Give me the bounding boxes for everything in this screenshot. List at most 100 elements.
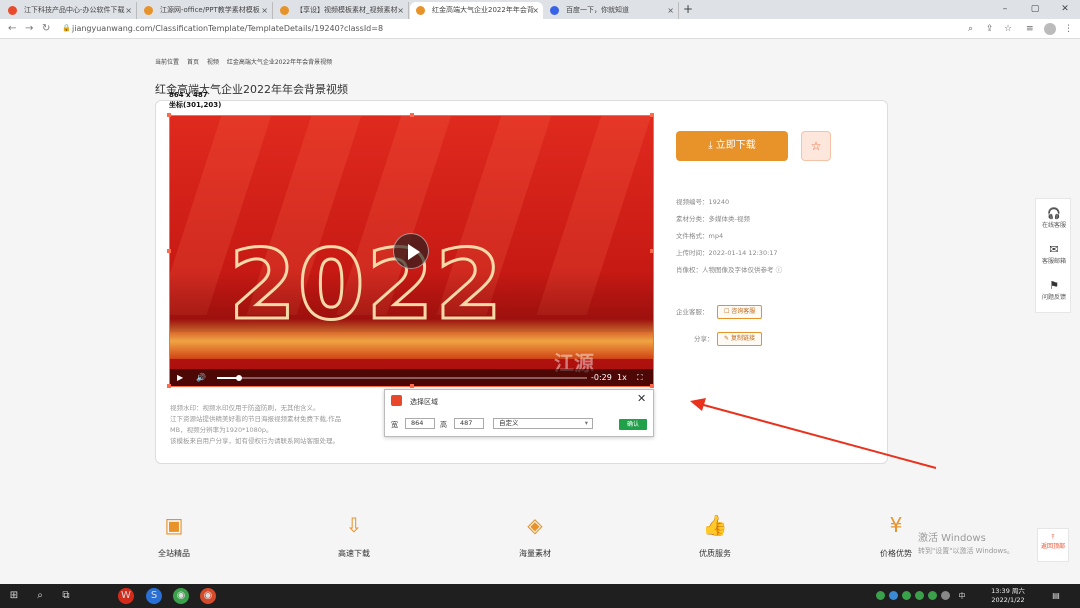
tab-0[interactable]: 江下科技产品中心-办公软件下载 × xyxy=(2,2,137,19)
selection-size: 864 x 487 xyxy=(169,91,208,99)
maximize-button[interactable]: ▢ xyxy=(1020,0,1050,19)
resize-handle[interactable] xyxy=(410,113,414,117)
feature-label: 全站精品 xyxy=(158,549,190,558)
back-icon[interactable]: ← xyxy=(8,22,16,36)
preset-select[interactable]: 自定义 ▾ xyxy=(493,418,593,429)
width-label: 宽 xyxy=(391,421,398,429)
favicon-icon xyxy=(416,6,425,15)
back-to-top-button[interactable]: ⤒ 返回顶部 xyxy=(1037,528,1069,562)
online-service-button[interactable]: 🎧 在线客服 xyxy=(1036,207,1072,229)
tray-icon[interactable] xyxy=(902,591,911,600)
breadcrumb-item[interactable]: 首页 xyxy=(187,59,199,66)
close-icon[interactable]: × xyxy=(667,2,674,19)
start-icon[interactable]: ⊞ xyxy=(6,588,22,604)
feature-label: 高速下载 xyxy=(338,549,370,558)
resize-handle[interactable] xyxy=(650,384,654,388)
info-icon[interactable]: ⓘ xyxy=(776,266,783,274)
wps-icon[interactable]: W xyxy=(118,588,134,604)
close-icon[interactable]: ✕ xyxy=(637,392,646,405)
resize-handle[interactable] xyxy=(650,113,654,117)
width-input[interactable]: 864 xyxy=(405,418,435,429)
resize-handle[interactable] xyxy=(167,113,171,117)
window-close-button[interactable]: ✕ xyxy=(1050,0,1080,19)
breadcrumb-item[interactable]: 视频 xyxy=(207,59,219,66)
close-icon[interactable]: × xyxy=(532,2,539,19)
clock-date: 2022/1/22 xyxy=(991,596,1025,604)
lock-icon: 🔒 xyxy=(62,24,71,32)
favorite-button[interactable]: ☆ xyxy=(801,131,831,161)
chrome-icon[interactable]: ◉ xyxy=(173,588,189,604)
tab-4[interactable]: 百度一下，你就知道 × xyxy=(544,2,679,19)
resize-handle[interactable] xyxy=(167,249,171,253)
ime-icon[interactable]: 中 xyxy=(954,588,970,604)
tray-icon[interactable] xyxy=(876,591,885,600)
feature-label: 优质服务 xyxy=(699,549,731,558)
zoom-icon[interactable]: ⌕ xyxy=(968,22,973,36)
menu-icon[interactable]: ⋮ xyxy=(1064,22,1073,36)
task-view-icon[interactable]: ⧉ xyxy=(58,588,74,604)
back-to-top-label: 返回顶部 xyxy=(1040,543,1065,550)
tab-2[interactable]: 【享设】视频模板素材_视频素材 × xyxy=(274,2,409,19)
screen: 江下科技产品中心-办公软件下载 × 江源网-office/PPT教学素材模板 ×… xyxy=(0,0,1080,608)
address-bar: ← → ↻ 🔒 jiangyuanwang.com/Classification… xyxy=(0,19,1080,39)
mail-icon: ✉ xyxy=(1049,243,1059,256)
close-icon[interactable]: × xyxy=(125,2,132,19)
dialog-title: 选择区域 xyxy=(410,398,438,406)
chrome-icon[interactable]: ◉ xyxy=(200,588,216,604)
tray-icon[interactable] xyxy=(941,591,950,600)
url-input[interactable]: 🔒 jiangyuanwang.com/ClassificationTempla… xyxy=(60,21,960,36)
tab-active[interactable]: 红金高端大气企业2022年年会背 × xyxy=(410,2,543,19)
search-icon[interactable]: ⌕ xyxy=(32,588,48,604)
avatar[interactable] xyxy=(1044,23,1056,35)
app-icon[interactable]: S xyxy=(146,588,162,604)
tab-label: 江下科技产品中心-办公软件下载 xyxy=(24,6,125,14)
star-icon[interactable]: ☆ xyxy=(1004,22,1012,36)
description-line: 该模板来自用户分享，如有侵权行为请联系网站客服处理。 xyxy=(170,437,339,445)
height-input[interactable]: 487 xyxy=(454,418,484,429)
breadcrumb-item[interactable]: 红金高端大气企业2022年年会背景视频 xyxy=(227,59,332,66)
download-icon: ⇩ xyxy=(345,513,363,537)
page-content: 当前位置 首页 视频 红金高端大气企业2022年年会背景视频 红金高端大气企业2… xyxy=(0,40,1080,584)
close-icon[interactable]: × xyxy=(261,2,268,19)
reading-list-icon[interactable]: ≡ xyxy=(1026,22,1034,36)
tray-icon[interactable] xyxy=(889,591,898,600)
favicon-icon xyxy=(280,6,289,15)
copyright-text: 肖像权：人物图像及字体仅供参考 xyxy=(676,266,774,274)
favicon-icon xyxy=(550,6,559,15)
download-label: 立即下载 xyxy=(715,140,756,151)
feature-label: 海量素材 xyxy=(519,549,551,558)
tray-icon[interactable] xyxy=(915,591,924,600)
consult-label: 咨询客服 xyxy=(731,308,756,315)
selection-frame[interactable] xyxy=(167,113,654,388)
notification-icon[interactable]: ▤ xyxy=(1048,588,1064,604)
feedback-button[interactable]: ⚑ 问题反馈 xyxy=(1036,279,1072,301)
toolbar-label: 在线客服 xyxy=(1041,222,1066,229)
description-line: 江下资源站提供精美好看的节日海报视频素材免费下载,作品 xyxy=(170,415,342,423)
feature-item: 👍 优质服务 xyxy=(675,512,755,559)
url-text: jiangyuanwang.com/ClassificationTemplate… xyxy=(72,24,384,33)
confirm-button[interactable]: 确认 xyxy=(619,419,647,430)
description-line: 视频水印：视频水印仅用于防盗防刷，无其他含义。 xyxy=(170,404,320,412)
tab-1[interactable]: 江源网-office/PPT教学素材模板 × xyxy=(138,2,273,19)
clock[interactable]: 13:39 周六 2022/1/22 xyxy=(986,587,1030,605)
arrow-up-icon: ⤒ xyxy=(1051,534,1055,541)
feature-label: 价格优势 xyxy=(880,549,912,558)
feature-item: ⇩ 高速下载 xyxy=(314,512,394,559)
resize-handle[interactable] xyxy=(410,384,414,388)
activation-subtitle: 转到"设置"以激活 Windows。 xyxy=(918,547,1014,555)
description-line: MB，视频分辨率为1920*1080p。 xyxy=(170,426,273,434)
share-icon[interactable]: ⇪ xyxy=(986,22,994,36)
consult-button[interactable]: ☐ 咨询客服 xyxy=(717,305,763,319)
resize-handle[interactable] xyxy=(167,384,171,388)
new-tab-button[interactable]: + xyxy=(683,2,693,17)
forward-icon[interactable]: → xyxy=(25,22,33,36)
copy-link-button[interactable]: ✎ 复制链接 xyxy=(717,332,762,346)
reload-icon[interactable]: ↻ xyxy=(42,22,50,36)
email-button[interactable]: ✉ 客服邮箱 xyxy=(1036,243,1072,265)
tray-icon[interactable] xyxy=(928,591,937,600)
resize-handle[interactable] xyxy=(650,249,654,253)
minimize-button[interactable]: – xyxy=(990,0,1020,19)
windows-activation: 激活 Windows 转到"设置"以激活 Windows。 xyxy=(918,532,1014,558)
download-button[interactable]: ⤓ 立即下载 xyxy=(676,131,788,161)
close-icon[interactable]: × xyxy=(397,2,404,19)
